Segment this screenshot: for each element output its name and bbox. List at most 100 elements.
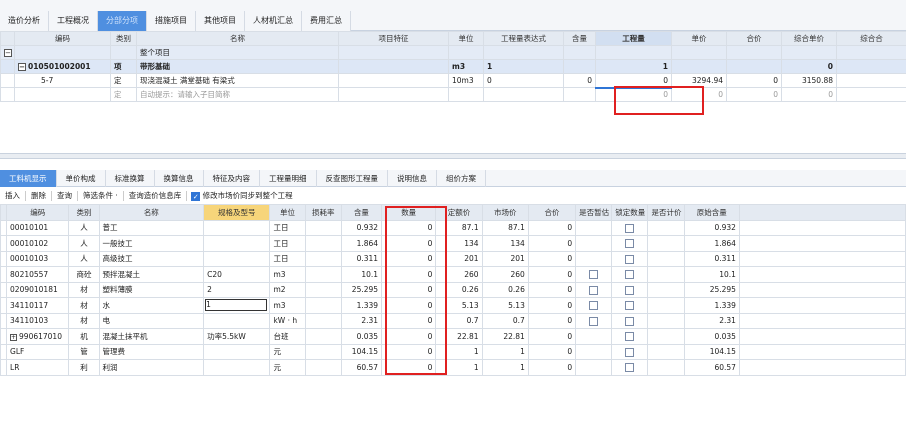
- upper-cell-code[interactable]: 5-7: [14, 73, 111, 88]
- lower-cell-loss[interactable]: [304, 343, 342, 360]
- lower-cell-content[interactable]: 1.864: [340, 235, 383, 252]
- delete-button[interactable]: 删除: [26, 190, 52, 201]
- upper-row[interactable]: 5-7 定现浇混凝土 满堂基础 有梁式 10m3 0 0 0 3294.94 0 3150.88: [0, 73, 906, 89]
- upper-col-header-7[interactable]: 工程量: [595, 31, 672, 46]
- row-expander[interactable]: [0, 59, 15, 74]
- upper-col-header-11[interactable]: 综合合: [836, 31, 906, 46]
- lower-cell-content[interactable]: 60.57: [340, 359, 383, 376]
- est-checkbox[interactable]: [589, 285, 599, 295]
- lower-cell-unit[interactable]: 工日: [269, 219, 306, 236]
- lower-cell-type[interactable]: 材: [68, 281, 100, 298]
- upper-cell-content[interactable]: [563, 87, 596, 102]
- upper-cell-unit[interactable]: m3: [448, 59, 484, 74]
- lower-cell-spec[interactable]: [203, 250, 271, 267]
- bottom-tab-5[interactable]: 工程量明细: [260, 170, 317, 187]
- bottom-tab-3[interactable]: 换算信息: [155, 170, 204, 187]
- row-expander[interactable]: −: [0, 45, 15, 60]
- lower-cell-spec[interactable]: [203, 343, 271, 360]
- lower-cell-loss[interactable]: [304, 281, 342, 298]
- lower-row[interactable]: +990617010 机混凝土抹平机 功率5.5kW 台班 0.035 0 22.81 22.…: [0, 328, 906, 345]
- lower-cell-total[interactable]: 0: [527, 219, 577, 236]
- upper-cell-price[interactable]: [671, 45, 727, 60]
- collapse-icon[interactable]: −: [18, 63, 26, 71]
- est-checkbox[interactable]: [589, 301, 599, 310]
- lower-cell-code[interactable]: GLF: [6, 343, 70, 360]
- upper-cell-type[interactable]: 项: [110, 59, 137, 74]
- lower-cell-spec[interactable]: [203, 219, 271, 236]
- upper-cell-total[interactable]: 0: [726, 73, 782, 88]
- lower-col-header-5[interactable]: 损耗率: [304, 204, 342, 221]
- lower-cell-name[interactable]: 混凝土抹平机: [98, 328, 205, 345]
- lower-col-header-9[interactable]: 市场价: [481, 204, 529, 221]
- upper-col-header-0[interactable]: 编码: [14, 31, 111, 46]
- lower-cell-code[interactable]: +990617010: [6, 328, 70, 345]
- upper-cell-total[interactable]: [726, 59, 782, 74]
- lower-cell-unit[interactable]: 台班: [269, 328, 306, 345]
- lower-row[interactable]: 34110117 材水 1 m3 1.339 0 5.13 5.13 0 1.339: [0, 297, 906, 314]
- lower-row[interactable]: 00010103 人高级技工 工日 0.311 0 201 201 0 0.311: [0, 250, 906, 267]
- lower-cell-loss[interactable]: [304, 266, 342, 283]
- lower-cell-unit[interactable]: m3: [269, 297, 306, 314]
- lower-cell-loss[interactable]: [304, 250, 342, 267]
- lower-cell-name[interactable]: 高级技工: [98, 250, 205, 267]
- upper-row[interactable]: 定自动提示：请输入子目简称 0 0 0 0: [0, 87, 906, 102]
- upper-cell-code[interactable]: −010501002001: [14, 59, 111, 74]
- upper-cell-code[interactable]: [14, 87, 111, 102]
- lower-cell-loss[interactable]: [304, 235, 342, 252]
- lower-cell-spec[interactable]: [203, 359, 271, 376]
- lower-col-header-10[interactable]: 合价: [527, 204, 577, 221]
- lock-checkbox[interactable]: [625, 254, 635, 264]
- lower-cell-name[interactable]: 水: [98, 297, 205, 314]
- upper-cell-qty[interactable]: 1: [595, 59, 672, 74]
- lower-cell-name[interactable]: 管理费: [98, 343, 205, 360]
- lower-cell-name[interactable]: 普工: [98, 219, 205, 236]
- lower-cell-name[interactable]: 利润: [98, 359, 205, 376]
- lower-cell-unit[interactable]: 工日: [269, 250, 306, 267]
- upper-col-header-6[interactable]: 含量: [563, 31, 596, 46]
- lower-cell-unit[interactable]: m3: [269, 266, 306, 283]
- lower-cell-spec[interactable]: 2: [203, 281, 271, 298]
- tab-0[interactable]: 造价分析: [0, 11, 49, 31]
- lower-cell-unit[interactable]: kW · h: [269, 312, 306, 329]
- upper-cell-qty[interactable]: [595, 45, 672, 60]
- lower-col-header-4[interactable]: 单位: [269, 204, 306, 221]
- lower-cell-type[interactable]: 人: [68, 219, 100, 236]
- lower-row[interactable]: 80210557 商砼 预拌混凝土 C20 m3 10.1 0 260 260 0 10.1: [0, 266, 906, 283]
- lower-cell-total[interactable]: 0: [527, 266, 577, 283]
- lower-cell-loss[interactable]: [304, 328, 342, 345]
- splitter[interactable]: [0, 153, 906, 159]
- expand-icon[interactable]: +: [10, 333, 18, 341]
- lower-col-header-13[interactable]: 是否计价: [647, 204, 685, 221]
- upper-cell-unit_price[interactable]: 0: [781, 87, 837, 102]
- upper-cell-unit_price[interactable]: 3150.88: [781, 73, 837, 88]
- lower-cell-loss[interactable]: [304, 219, 342, 236]
- lower-cell-code[interactable]: 00010102: [6, 235, 70, 252]
- upper-cell-unit_price[interactable]: 0: [781, 59, 837, 74]
- lower-col-header-1[interactable]: 类别: [68, 204, 100, 221]
- price-lib-button[interactable]: 查询造价信息库: [124, 190, 188, 201]
- bottom-tab-8[interactable]: 组价方案: [437, 170, 486, 187]
- lower-col-header-14[interactable]: 原始含量: [683, 204, 740, 221]
- tab-3[interactable]: 措施项目: [147, 11, 196, 31]
- upper-cell-unit_total[interactable]: [836, 87, 906, 102]
- lower-cell-content[interactable]: 0.311: [340, 250, 383, 267]
- tab-5[interactable]: 人材机汇总: [245, 11, 302, 31]
- lock-checkbox[interactable]: [625, 239, 635, 248]
- lower-cell-market[interactable]: 1: [481, 343, 529, 360]
- lower-cell-type[interactable]: 人: [68, 235, 100, 252]
- insert-button[interactable]: 插入: [0, 190, 26, 201]
- lower-cell-type[interactable]: 人: [68, 250, 100, 267]
- lower-cell-loss[interactable]: [304, 359, 342, 376]
- lock-checkbox[interactable]: [625, 316, 635, 326]
- lower-cell-market[interactable]: 87.1: [481, 219, 529, 236]
- lower-cell-market[interactable]: 0.7: [481, 312, 529, 329]
- upper-cell-type[interactable]: 定: [110, 87, 137, 102]
- lower-cell-code[interactable]: 34110117: [6, 297, 70, 314]
- upper-col-header-1[interactable]: 类别: [110, 31, 137, 46]
- bottom-tab-4[interactable]: 特征及内容: [204, 170, 260, 187]
- lower-cell-market[interactable]: 201: [481, 250, 529, 267]
- bottom-tab-2[interactable]: 标准换算: [106, 170, 155, 187]
- lock-checkbox[interactable]: [625, 285, 635, 295]
- upper-cell-type[interactable]: [110, 45, 137, 60]
- upper-cell-unit_price[interactable]: [781, 45, 837, 60]
